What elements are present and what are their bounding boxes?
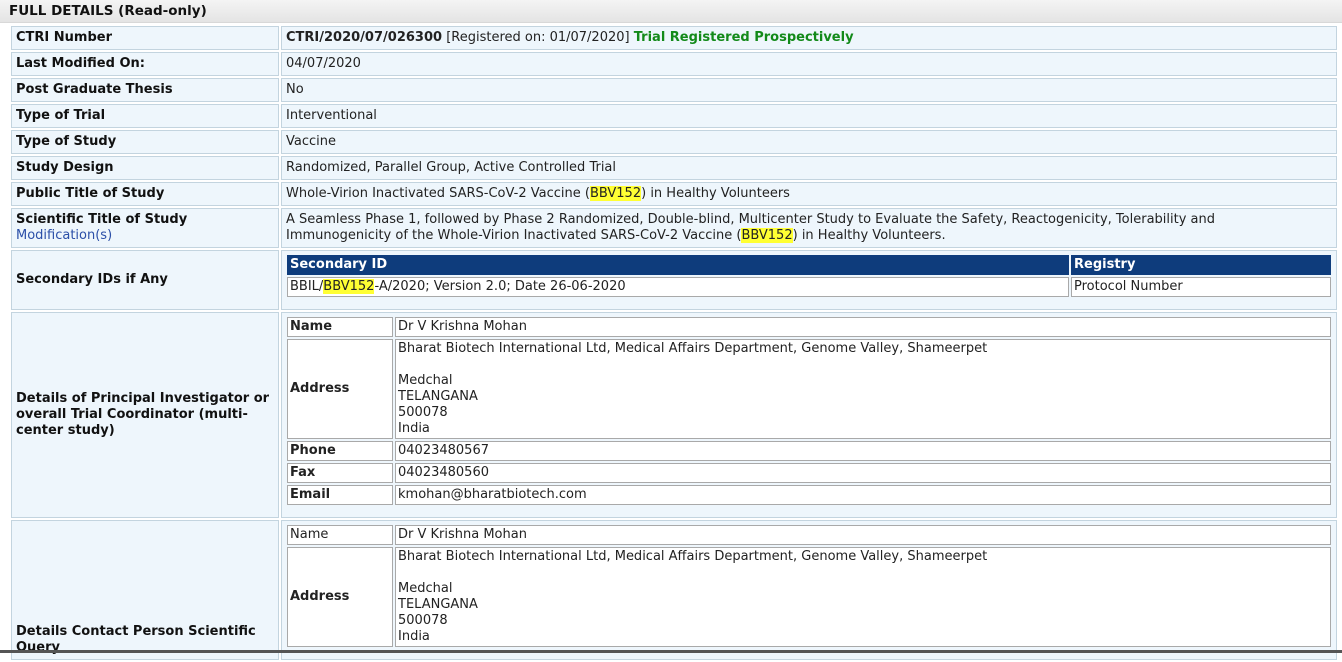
email-label: Email xyxy=(287,485,393,505)
address-label: Address xyxy=(287,547,393,647)
row-type-of-trial: Type of Trial Interventional xyxy=(11,104,1337,128)
table-row: Fax 04023480560 xyxy=(287,463,1331,483)
scientific-title-line-1: A Seamless Phase 1, followed by Phase 2 … xyxy=(286,212,1216,227)
row-principal-investigator: Details of Principal Investigator or ove… xyxy=(11,312,1337,518)
pg-thesis-label: Post Graduate Thesis xyxy=(11,78,279,102)
address-label: Address xyxy=(287,339,393,439)
search-highlight: BBV152 xyxy=(589,186,642,201)
type-of-trial-value: Interventional xyxy=(281,104,1337,128)
address-line: Bharat Biotech International Ltd, Medica… xyxy=(398,341,988,356)
type-of-study-value: Vaccine xyxy=(281,130,1337,154)
row-type-of-study: Type of Study Vaccine xyxy=(11,130,1337,154)
scientific-title-label: Scientific Title of Study Modification(s… xyxy=(11,208,279,248)
table-row: BBIL/BBV152-A/2020; Version 2.0; Date 26… xyxy=(287,277,1331,297)
pi-email: kmohan@bharatbiotech.com xyxy=(395,485,1331,505)
type-of-study-label: Type of Study xyxy=(11,130,279,154)
address-line: TELANGANA xyxy=(398,597,478,612)
address-line xyxy=(398,357,1328,373)
row-scientific-title: Scientific Title of Study Modification(s… xyxy=(11,208,1337,248)
secondary-ids-label: Secondary IDs if Any xyxy=(11,250,279,310)
row-contact-scientific: Details Contact Person Scientific Query … xyxy=(11,520,1337,660)
scientific-title-line-2: Immunogenicity of the Whole-Virion Inact… xyxy=(286,228,1332,244)
pi-name: Dr V Krishna Mohan xyxy=(395,317,1331,337)
search-highlight: BBV152 xyxy=(323,279,375,294)
last-modified-label: Last Modified On: xyxy=(11,52,279,76)
address-line: TELANGANA xyxy=(398,389,478,404)
scientific-title-value: A Seamless Phase 1, followed by Phase 2 … xyxy=(281,208,1337,248)
row-pg-thesis: Post Graduate Thesis No xyxy=(11,78,1337,102)
address-line: 500078 xyxy=(398,613,448,628)
name-label: Name xyxy=(287,525,393,545)
contact-address: Bharat Biotech International Ltd, Medica… xyxy=(395,547,1331,647)
public-title-value: Whole-Virion Inactivated SARS-CoV-2 Vacc… xyxy=(281,182,1337,206)
principal-investigator-table: Name Dr V Krishna Mohan Address Bharat B… xyxy=(285,315,1333,507)
type-of-trial-label: Type of Trial xyxy=(11,104,279,128)
table-row: Email kmohan@bharatbiotech.com xyxy=(287,485,1331,505)
contact-name: Dr V Krishna Mohan xyxy=(395,525,1331,545)
contact-scientific-label: Details Contact Person Scientific Query xyxy=(11,520,279,660)
table-row: Phone 04023480567 xyxy=(287,441,1331,461)
secondary-id-text: BBIL/ xyxy=(290,279,324,294)
contact-scientific-table: Name Dr V Krishna Mohan Address Bharat B… xyxy=(285,523,1333,649)
table-row: Name Dr V Krishna Mohan xyxy=(287,525,1331,545)
ctri-number: CTRI/2020/07/026300 xyxy=(286,30,443,45)
secondary-ids-table: Secondary ID Registry BBIL/BBV152-A/2020… xyxy=(285,253,1333,299)
scientific-title-text-end: ) in Healthy Volunteers. xyxy=(792,228,946,243)
address-line xyxy=(398,565,1328,581)
public-title-text-end: ) in Healthy Volunteers xyxy=(641,186,790,201)
registration-status: Trial Registered Prospectively xyxy=(633,30,854,45)
address-line: India xyxy=(398,629,430,644)
contact-scientific-value: Name Dr V Krishna Mohan Address Bharat B… xyxy=(281,520,1337,660)
public-title-label: Public Title of Study xyxy=(11,182,279,206)
name-label: Name xyxy=(287,317,393,337)
secondary-id-header: Secondary ID xyxy=(287,255,1069,275)
ctri-number-value: CTRI/2020/07/026300 [Registered on: 01/0… xyxy=(281,26,1337,50)
pi-address: Bharat Biotech International Ltd, Medica… xyxy=(395,339,1331,439)
scientific-title-heading: Scientific Title of Study xyxy=(16,212,188,227)
table-row: Address Bharat Biotech International Ltd… xyxy=(287,547,1331,647)
table-row: Name Dr V Krishna Mohan xyxy=(287,317,1331,337)
address-line: Medchal xyxy=(398,373,453,388)
fax-label: Fax xyxy=(287,463,393,483)
secondary-ids-value: Secondary ID Registry BBIL/BBV152-A/2020… xyxy=(281,250,1337,310)
ctri-number-label: CTRI Number xyxy=(11,26,279,50)
study-design-label: Study Design xyxy=(11,156,279,180)
last-modified-value: 04/07/2020 xyxy=(281,52,1337,76)
row-public-title: Public Title of Study Whole-Virion Inact… xyxy=(11,182,1337,206)
trial-details-table: CTRI Number CTRI/2020/07/026300 [Registe… xyxy=(9,24,1339,662)
address-line: Medchal xyxy=(398,581,453,596)
pi-phone: 04023480567 xyxy=(395,441,1331,461)
secondary-id-cell: BBIL/BBV152-A/2020; Version 2.0; Date 26… xyxy=(287,277,1069,297)
pi-fax: 04023480560 xyxy=(395,463,1331,483)
study-design-value: Randomized, Parallel Group, Active Contr… xyxy=(281,156,1337,180)
address-line: 500078 xyxy=(398,405,448,420)
scientific-title-text: Immunogenicity of the Whole-Virion Inact… xyxy=(286,228,742,243)
registry-header: Registry xyxy=(1071,255,1331,275)
principal-investigator-value: Name Dr V Krishna Mohan Address Bharat B… xyxy=(281,312,1337,518)
pg-thesis-value: No xyxy=(281,78,1337,102)
phone-label: Phone xyxy=(287,441,393,461)
registered-date: [Registered on: 01/07/2020] xyxy=(446,30,630,45)
page-title: FULL DETAILS (Read-only) xyxy=(0,0,1342,23)
principal-investigator-label: Details of Principal Investigator or ove… xyxy=(11,312,279,518)
row-study-design: Study Design Randomized, Parallel Group,… xyxy=(11,156,1337,180)
row-ctri-number: CTRI Number CTRI/2020/07/026300 [Registe… xyxy=(11,26,1337,50)
public-title-text: Whole-Virion Inactivated SARS-CoV-2 Vacc… xyxy=(286,186,590,201)
address-line: Bharat Biotech International Ltd, Medica… xyxy=(398,549,988,564)
address-line: India xyxy=(398,421,430,436)
row-last-modified: Last Modified On: 04/07/2020 xyxy=(11,52,1337,76)
registry-cell: Protocol Number xyxy=(1071,277,1331,297)
secondary-id-text-end: -A/2020; Version 2.0; Date 26-06-2020 xyxy=(374,279,626,294)
table-row: Address Bharat Biotech International Ltd… xyxy=(287,339,1331,439)
row-secondary-ids: Secondary IDs if Any Secondary ID Regist… xyxy=(11,250,1337,310)
search-highlight: BBV152 xyxy=(741,228,793,243)
modifications-link[interactable]: Modification(s) xyxy=(16,228,112,243)
